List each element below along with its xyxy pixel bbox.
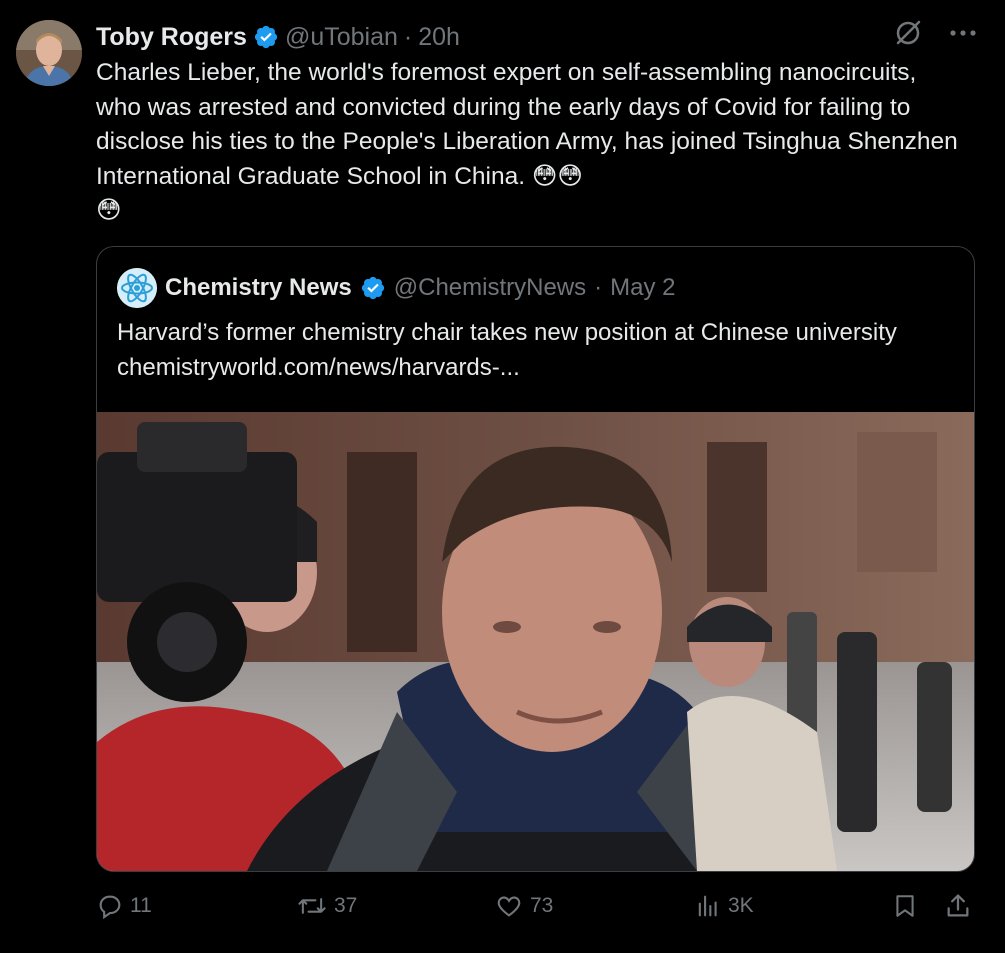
- verified-badge-icon: [253, 24, 279, 50]
- repost-count: 37: [334, 894, 358, 917]
- news-photo: [97, 412, 974, 871]
- quoted-author-name[interactable]: Chemistry News: [165, 274, 352, 302]
- share-button[interactable]: [944, 892, 972, 920]
- views-icon: [694, 892, 722, 920]
- views-button[interactable]: 3K: [694, 892, 754, 920]
- like-count: 73: [530, 894, 554, 917]
- quoted-tweet-text: Harvard’s former chemistry chair takes n…: [117, 319, 904, 381]
- quoted-tweet-card[interactable]: Chemistry News @ChemistryNews · May 2 Ha…: [96, 246, 975, 872]
- quoted-tweet-header: Chemistry News @ChemistryNews · May 2: [117, 268, 676, 308]
- author-avatar-image: [16, 20, 82, 86]
- like-icon: [494, 892, 524, 920]
- atom-icon: [117, 268, 157, 308]
- separator-dot: ·: [594, 274, 603, 301]
- bookmark-button[interactable]: [892, 892, 918, 920]
- separator-dot: ·: [403, 22, 413, 51]
- author-name[interactable]: Toby Rogers: [96, 23, 247, 52]
- author-handle[interactable]: @uTobian: [285, 23, 398, 52]
- tweet-text: Charles Lieber, the world's foremost exp…: [96, 59, 958, 224]
- verified-badge-icon: [360, 275, 386, 301]
- reply-count: 11: [130, 894, 152, 917]
- tweet-header: Toby Rogers @uTobian · 20h: [96, 20, 460, 54]
- reply-button[interactable]: 11: [96, 892, 152, 920]
- author-avatar[interactable]: [16, 20, 82, 86]
- views-count: 3K: [728, 894, 754, 917]
- tweet-action-bar: 11 37 73 3K: [96, 892, 976, 928]
- bookmark-icon: [892, 892, 918, 920]
- like-button[interactable]: 73: [494, 892, 553, 920]
- reply-icon: [96, 892, 124, 920]
- share-icon: [944, 892, 972, 920]
- tweet-top-actions: [893, 18, 977, 48]
- quoted-author-handle[interactable]: @ChemistryNews: [394, 274, 586, 302]
- quoted-timestamp[interactable]: May 2: [610, 274, 675, 302]
- quoted-author-avatar: [117, 268, 157, 308]
- quoted-tweet-photo[interactable]: [97, 412, 974, 871]
- more-icon[interactable]: [949, 29, 977, 37]
- tweet-timestamp[interactable]: 20h: [418, 23, 460, 52]
- repost-icon: [296, 892, 328, 920]
- repost-button[interactable]: 37: [296, 892, 357, 920]
- grok-icon[interactable]: [893, 18, 923, 48]
